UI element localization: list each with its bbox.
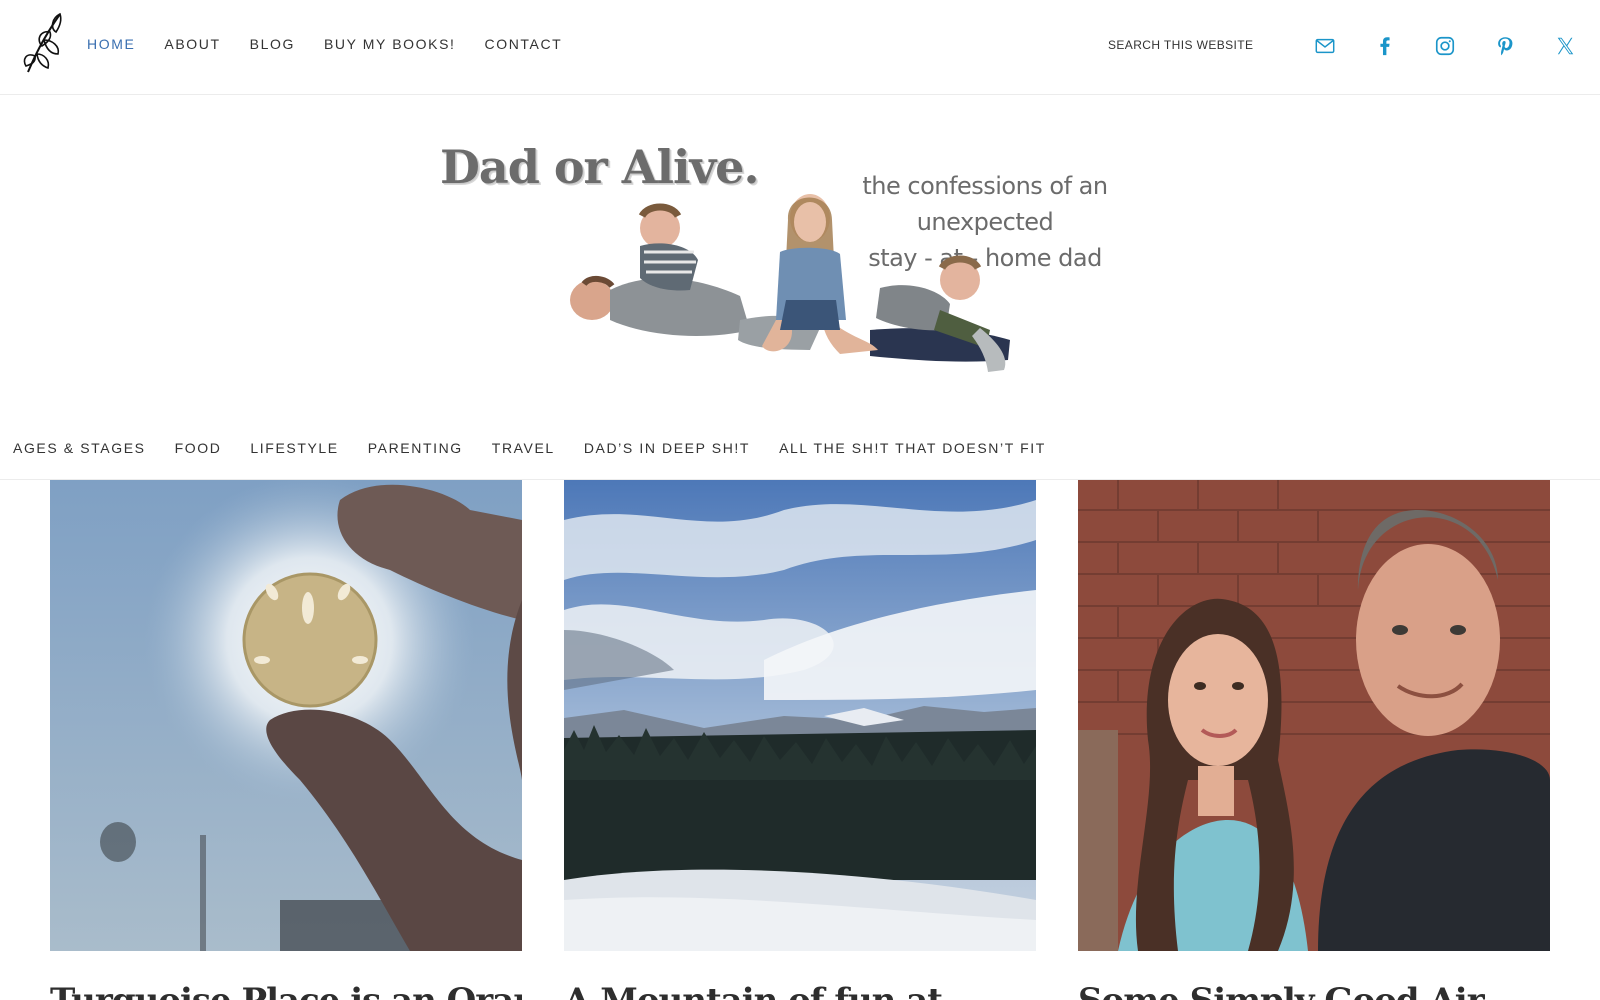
post-thumbnail-father-daughter[interactable] — [1078, 480, 1550, 951]
post-title[interactable]: A Mountain of fun at — [564, 979, 1036, 1000]
pinterest-icon — [1498, 37, 1513, 56]
nav-home[interactable]: HOME — [87, 34, 135, 54]
instagram-icon — [1435, 36, 1455, 56]
nav-buy-my-books[interactable]: BUY MY BOOKS! — [324, 34, 456, 54]
nav-about[interactable]: ABOUT — [164, 34, 220, 54]
nav-blog[interactable]: BLOG — [250, 34, 295, 54]
category-nav: AGES & STAGES FOOD LIFESTYLE PARENTING T… — [0, 428, 1600, 480]
facebook-link[interactable] — [1372, 33, 1398, 59]
x-link[interactable] — [1552, 33, 1578, 59]
category-parenting[interactable]: PARENTING — [368, 438, 463, 458]
sand-dollar-photo — [50, 480, 522, 951]
primary-nav: HOME ABOUT BLOG BUY MY BOOKS! CONTACT — [87, 34, 591, 54]
post-title[interactable]: Turquoise Place is an Orange — [50, 979, 522, 1000]
post-thumbnail-sand-dollar[interactable] — [50, 480, 522, 951]
site-header: HOME ABOUT BLOG BUY MY BOOKS! CONTACT — [0, 0, 1600, 95]
category-ages-stages[interactable]: AGES & STAGES — [13, 438, 146, 458]
nav-contact[interactable]: CONTACT — [485, 34, 563, 54]
site-logo[interactable] — [20, 10, 64, 76]
email-link[interactable] — [1312, 33, 1338, 59]
instagram-link[interactable] — [1432, 33, 1458, 59]
post-card: Some Simply Good Air — [1078, 480, 1550, 1000]
post-card: Turquoise Place is an Orange — [50, 480, 522, 1000]
site-banner[interactable]: Dad or Alive. the confessions of an unex… — [430, 130, 1170, 390]
category-dads-in-deep-shit[interactable]: DAD’S IN DEEP SH!T — [584, 438, 750, 458]
email-icon — [1315, 38, 1335, 54]
post-card: A Mountain of fun at — [564, 480, 1036, 1000]
category-travel[interactable]: TRAVEL — [492, 438, 555, 458]
pinterest-link[interactable] — [1492, 33, 1518, 59]
leaf-logo-icon — [23, 12, 62, 73]
facebook-icon — [1380, 37, 1390, 56]
father-daughter-selfie-photo — [1078, 480, 1550, 951]
search-input[interactable] — [1108, 33, 1278, 57]
family-photo-cutout — [570, 194, 1010, 372]
x-icon — [1557, 37, 1574, 55]
mountain-photo — [564, 480, 1036, 951]
category-all-the-shit-that-doesnt-fit[interactable]: ALL THE SH!T THAT DOESN’T FIT — [779, 438, 1046, 458]
category-food[interactable]: FOOD — [175, 438, 222, 458]
category-lifestyle[interactable]: LIFESTYLE — [250, 438, 338, 458]
post-thumbnail-mountain[interactable] — [564, 480, 1036, 951]
post-title[interactable]: Some Simply Good Air — [1078, 979, 1550, 1000]
